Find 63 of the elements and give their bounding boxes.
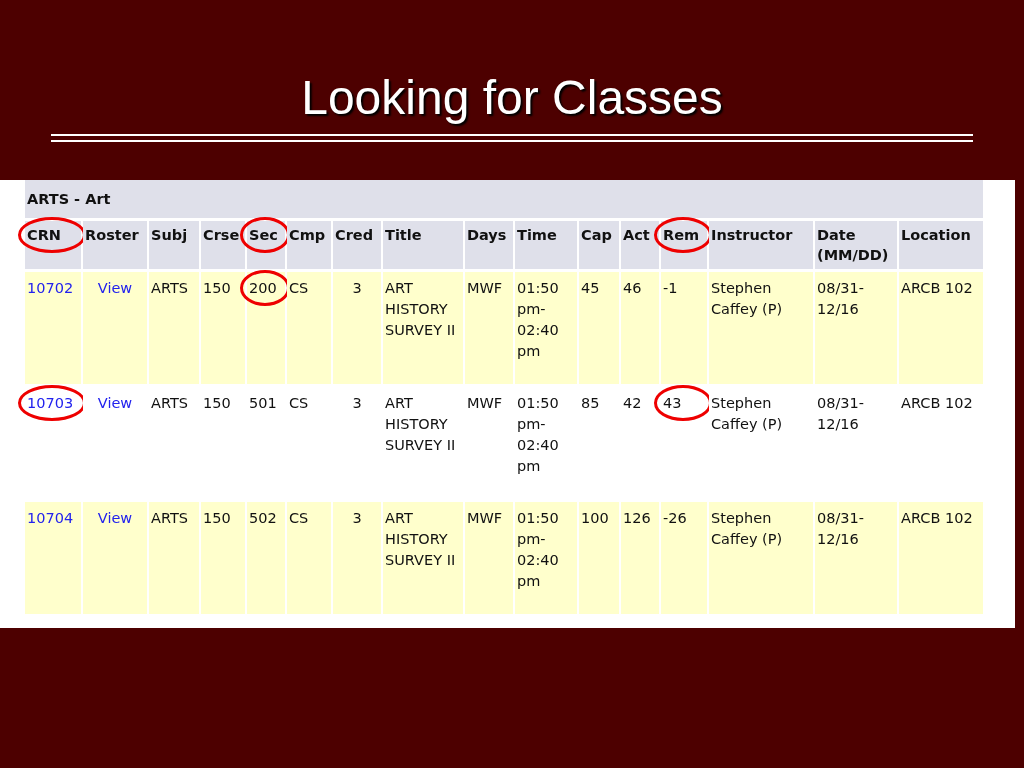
cell-text: 150 xyxy=(203,395,231,411)
column-header: Location xyxy=(899,218,983,269)
cell-text: 45 xyxy=(581,280,600,296)
cell-text: 200 xyxy=(249,280,277,296)
cell-text: Stephen Caffey (P) xyxy=(711,510,783,547)
cell-text: 150 xyxy=(203,510,231,526)
cell-text: 3 xyxy=(352,280,362,296)
cell-text: CS xyxy=(289,510,309,526)
cell-text: 501 xyxy=(249,395,277,411)
cell-text: 3 xyxy=(352,395,362,411)
cell-text: 100 xyxy=(581,510,609,526)
cell-text: 502 xyxy=(249,510,277,526)
cell-text: MWF xyxy=(467,280,503,296)
cell-text: CS xyxy=(289,395,309,411)
cell-text: 08/31-12/16 xyxy=(817,395,865,432)
cell-text: 01:50 pm-02:40 pm xyxy=(517,395,559,474)
cell-text: 46 xyxy=(623,280,642,296)
cell-text: 42 xyxy=(623,395,642,411)
cell-text: 43 xyxy=(663,395,682,411)
column-header: Crse xyxy=(201,218,245,269)
cell-text: -1 xyxy=(663,280,678,296)
crn-link[interactable]: 10703 xyxy=(27,395,74,411)
cell-text: ART HISTORY SURVEY II xyxy=(385,280,456,338)
column-header: Cmp xyxy=(287,218,331,269)
column-header: Act xyxy=(621,218,659,269)
cell-text: 126 xyxy=(623,510,651,526)
cell-text: MWF xyxy=(467,395,503,411)
cell-text: Stephen Caffey (P) xyxy=(711,280,783,317)
column-header: Days xyxy=(465,218,513,269)
cell-text: 01:50 pm-02:40 pm xyxy=(517,280,559,359)
column-header: Cap xyxy=(579,218,619,269)
subject-heading: ARTS - Art xyxy=(27,191,111,207)
cell-text: CS xyxy=(289,280,309,296)
cell-text: ARTS xyxy=(151,510,188,526)
cell-text: 08/31-12/16 xyxy=(817,280,865,317)
cell-text: 3 xyxy=(352,510,362,526)
cell-text: 150 xyxy=(203,280,231,296)
column-header: Subj xyxy=(149,218,199,269)
cell-text: Stephen Caffey (P) xyxy=(711,395,783,432)
column-header: Cred xyxy=(333,218,381,269)
view-link[interactable]: View xyxy=(97,280,133,296)
cell-text: ARTS xyxy=(151,280,188,296)
column-header: Time xyxy=(515,218,577,269)
cell-text: 01:50 pm-02:40 pm xyxy=(517,510,559,589)
cell-text: ART HISTORY SURVEY II xyxy=(385,510,456,568)
cell-text: ARTS xyxy=(151,395,188,411)
crn-link[interactable]: 10702 xyxy=(27,280,74,296)
cell-text: 85 xyxy=(581,395,600,411)
cell-text: -26 xyxy=(663,510,687,526)
cell-text: 08/31-12/16 xyxy=(817,510,865,547)
column-header: Date (MM/DD) xyxy=(815,218,897,269)
cell-text: ARCB 102 xyxy=(901,395,973,411)
column-header: Instructor xyxy=(709,218,813,269)
cell-text: MWF xyxy=(467,510,503,526)
cell-text: ARCB 102 xyxy=(901,280,973,296)
crn-link[interactable]: 10704 xyxy=(27,510,74,526)
column-header: Roster xyxy=(83,218,147,269)
cell-text: ART HISTORY SURVEY II xyxy=(385,395,456,453)
slide-title: Looking for Classes xyxy=(301,70,723,126)
cell-text: ARCB 102 xyxy=(901,510,973,526)
view-link[interactable]: View xyxy=(97,510,133,526)
column-header: Title xyxy=(383,218,463,269)
view-link[interactable]: View xyxy=(97,395,133,411)
